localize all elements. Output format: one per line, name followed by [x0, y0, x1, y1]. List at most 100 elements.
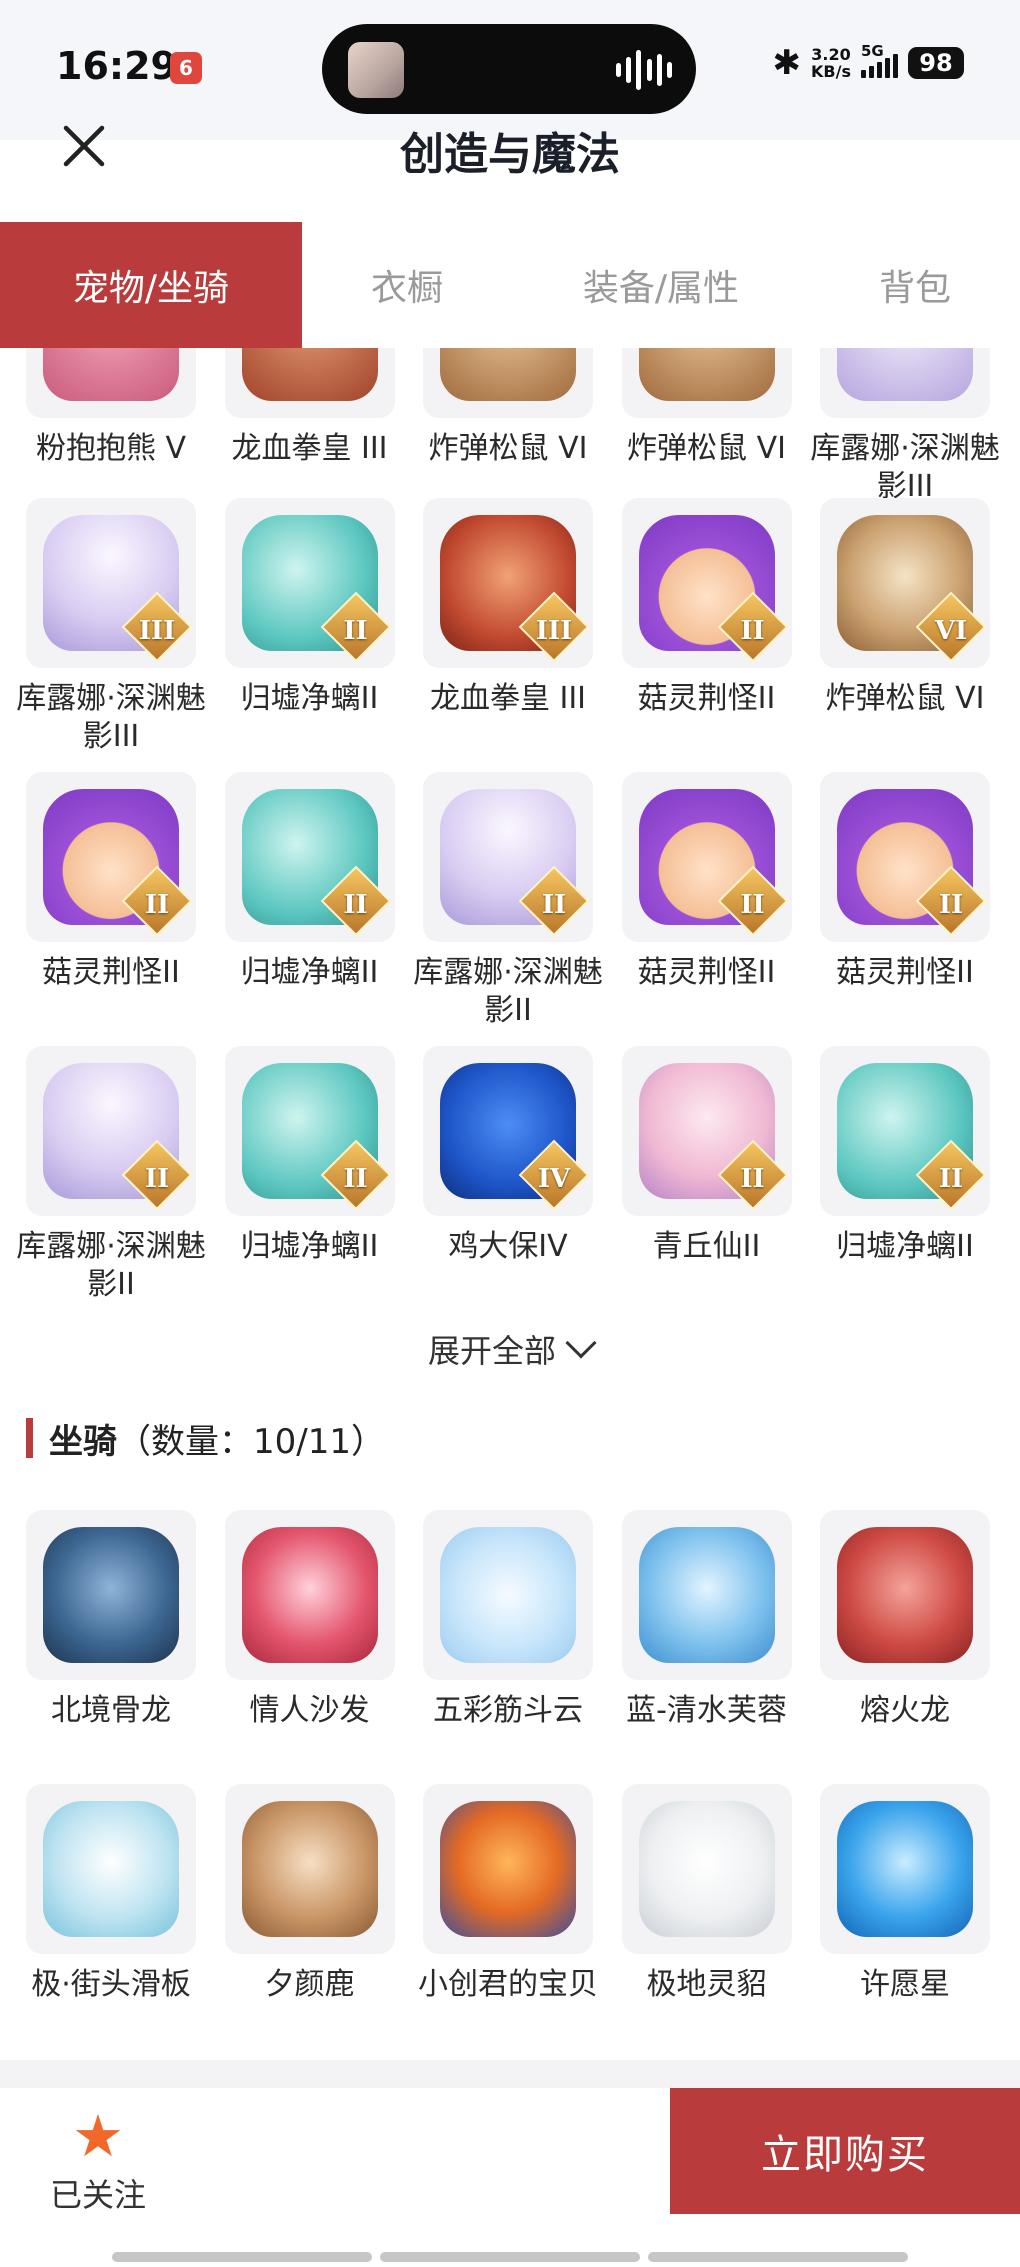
- pet-image: III: [26, 498, 196, 668]
- pet-card[interactable]: III 库露娜·深渊魅影III: [16, 498, 206, 772]
- pet-image: [621, 348, 792, 418]
- pet-name: 粉抱抱熊 V: [35, 431, 187, 466]
- media-thumbnail: [348, 42, 404, 98]
- pet-image: II: [621, 1046, 792, 1216]
- pet-card[interactable]: II 归墟净螭II: [224, 772, 395, 1046]
- pet-card[interactable]: II 归墟净螭II: [224, 1046, 395, 1320]
- pet-image: II: [820, 1046, 990, 1216]
- mount-image: [423, 1510, 593, 1680]
- pet-image: II: [26, 1046, 196, 1216]
- expand-all-button[interactable]: 展开全部: [0, 1326, 1020, 1372]
- follow-button[interactable]: ★ 已关注: [44, 2106, 152, 2216]
- pet-card[interactable]: 粉抱抱熊 V: [26, 348, 196, 522]
- tab-bar: 宠物/坐骑 衣橱 装备/属性 背包: [0, 222, 1020, 348]
- pet-grid-partial: 粉抱抱熊 V 龙血拳皇 III 炸弹松鼠 VI 炸弹松鼠 VI 库露娜·深渊魅影…: [26, 348, 1000, 522]
- network-type: 5G: [861, 42, 884, 60]
- mount-card[interactable]: 蓝-清水芙蓉: [621, 1510, 792, 1784]
- pet-card[interactable]: II 归墟净螭II: [820, 1046, 990, 1320]
- tab-backpack[interactable]: 背包: [810, 222, 1020, 348]
- pet-card[interactable]: VI 炸弹松鼠 VI: [820, 498, 990, 772]
- pet-name: 库露娜·深渊魅影II: [413, 955, 603, 1028]
- tab-equipment[interactable]: 装备/属性: [512, 222, 810, 348]
- pet-image: [26, 348, 196, 418]
- system-indicators: ✱ 3.20 KB/s 5G 98: [772, 42, 964, 83]
- audio-wave-icon: [616, 48, 672, 92]
- pet-card[interactable]: III 龙血拳皇 III: [423, 498, 593, 772]
- follow-label: 已关注: [49, 2176, 146, 2214]
- content-scroll[interactable]: 粉抱抱熊 V 龙血拳皇 III 炸弹松鼠 VI 炸弹松鼠 VI 库露娜·深渊魅影…: [0, 348, 1020, 2060]
- pet-image: II: [224, 772, 395, 942]
- pet-name: 菇灵荆怪II: [637, 681, 776, 716]
- tab-wardrobe[interactable]: 衣橱: [302, 222, 512, 348]
- mount-name: 熔火龙: [860, 1693, 950, 1728]
- tab-pets-mounts[interactable]: 宠物/坐骑: [0, 222, 302, 348]
- mount-image: [26, 1784, 196, 1954]
- pet-image: [423, 348, 593, 418]
- pet-image: VI: [820, 498, 990, 668]
- pet-card[interactable]: II 归墟净螭II: [224, 498, 395, 772]
- mount-name: 小创君的宝贝: [418, 1967, 598, 2002]
- home-indicator[interactable]: [112, 2252, 908, 2262]
- pet-card[interactable]: II 青丘仙II: [621, 1046, 792, 1320]
- mount-grid: 北境骨龙 情人沙发 五彩筋斗云 蓝-清水芙蓉 熔火龙 极·街头滑板 夕颜鹿 小创…: [26, 1510, 996, 2058]
- pet-card[interactable]: II 库露娜·深渊魅影II: [413, 772, 603, 1046]
- mount-card[interactable]: 熔火龙: [820, 1510, 990, 1784]
- netease-app-icon: 6: [170, 52, 202, 84]
- mount-image: [820, 1784, 990, 1954]
- mount-name: 北境骨龙: [51, 1693, 171, 1728]
- mount-name: 蓝-清水芙蓉: [626, 1693, 787, 1728]
- mount-image: [26, 1510, 196, 1680]
- star-icon: ★: [72, 2102, 124, 2170]
- expand-all-label: 展开全部: [427, 1332, 556, 1370]
- pet-card[interactable]: II 菇灵荆怪II: [820, 772, 990, 1046]
- pet-name: 归墟净螭II: [836, 1229, 974, 1264]
- mounts-count: （数量：10/11）: [117, 1421, 385, 1462]
- mount-card[interactable]: 许愿星: [820, 1784, 990, 2058]
- mount-card[interactable]: 极·街头滑板: [26, 1784, 196, 2058]
- network-speed-unit: KB/s: [811, 62, 851, 81]
- pet-name: 库露娜·深渊魅影III: [16, 681, 206, 754]
- pet-name: 龙血拳皇 III: [231, 431, 388, 466]
- network-speed: 3.20 KB/s: [811, 46, 851, 80]
- pet-name: 菇灵荆怪II: [42, 955, 180, 990]
- pet-card[interactable]: 龙血拳皇 III: [224, 348, 395, 522]
- pet-image: [820, 348, 990, 418]
- mount-card[interactable]: 情人沙发: [224, 1510, 395, 1784]
- pet-image: III: [423, 498, 593, 668]
- pet-card[interactable]: 炸弹松鼠 VI: [621, 348, 792, 522]
- pet-name: 归墟净螭II: [240, 955, 379, 990]
- mount-card[interactable]: 五彩筋斗云: [423, 1510, 593, 1784]
- pet-name: 归墟净螭II: [240, 681, 379, 716]
- pet-name: 炸弹松鼠 VI: [428, 431, 588, 466]
- pet-card[interactable]: II 菇灵荆怪II: [26, 772, 196, 1046]
- signal-icon: 5G: [861, 42, 898, 78]
- pet-card[interactable]: 炸弹松鼠 VI: [423, 348, 593, 522]
- pet-image: II: [26, 772, 196, 942]
- buy-now-button[interactable]: 立即购买: [670, 2088, 1020, 2214]
- pet-card[interactable]: II 菇灵荆怪II: [621, 772, 792, 1046]
- pet-image: II: [621, 772, 792, 942]
- mounts-title: 坐骑: [49, 1421, 117, 1462]
- mount-card[interactable]: 小创君的宝贝: [418, 1784, 598, 2058]
- mount-name: 情人沙发: [249, 1693, 370, 1728]
- pet-card[interactable]: II 库露娜·深渊魅影II: [16, 1046, 206, 1320]
- chevron-down-icon: [565, 1327, 597, 1359]
- dynamic-island[interactable]: [322, 24, 696, 114]
- pet-image: [224, 348, 395, 418]
- mount-card[interactable]: 北境骨龙: [26, 1510, 196, 1784]
- pet-card[interactable]: IV 鸡大保IV: [423, 1046, 593, 1320]
- pet-card[interactable]: II 菇灵荆怪II: [621, 498, 792, 772]
- bluetooth-icon: ✱: [772, 43, 802, 83]
- pet-image: IV: [423, 1046, 593, 1216]
- pet-image: II: [423, 772, 593, 942]
- mount-card[interactable]: 极地灵貂: [621, 1784, 792, 2058]
- pet-name: 菇灵荆怪II: [637, 955, 776, 990]
- pet-name: 鸡大保IV: [448, 1229, 568, 1264]
- mount-card[interactable]: 夕颜鹿: [224, 1784, 395, 2058]
- pet-card[interactable]: 库露娜·深渊魅影III: [810, 348, 1000, 522]
- mounts-section-header: 坐骑 （数量：10/11）: [26, 1416, 385, 1462]
- section-divider: [0, 2060, 1020, 2088]
- mount-name: 许愿星: [860, 1967, 950, 2002]
- mount-image: [423, 1784, 593, 1954]
- pet-name: 青丘仙II: [652, 1229, 761, 1264]
